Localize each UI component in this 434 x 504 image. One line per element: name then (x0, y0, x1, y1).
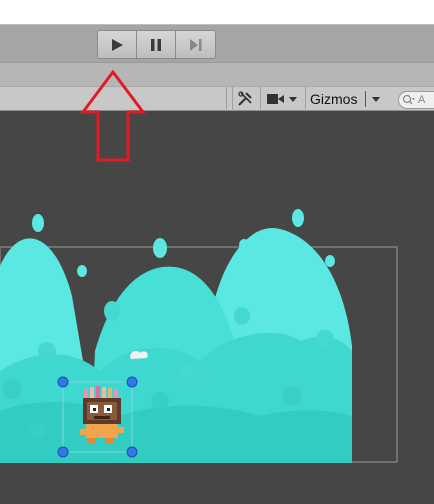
scene-search-input[interactable]: A (398, 91, 434, 109)
step-button[interactable] (176, 31, 215, 58)
pause-icon (151, 38, 161, 51)
camera-dropdown[interactable] (260, 87, 302, 111)
play-icon (112, 38, 123, 51)
scene-view-toolbar: Gizmos A (0, 86, 434, 111)
search-icon (402, 94, 415, 105)
pause-button[interactable] (137, 31, 176, 58)
annotation-arrow (80, 70, 146, 162)
player-sprite[interactable] (80, 386, 124, 444)
main-toolbar (0, 24, 434, 62)
selection-handle[interactable] (126, 376, 138, 388)
chevron-down-icon (289, 97, 297, 102)
cloud (130, 350, 148, 359)
scene-canvas (0, 209, 398, 463)
scene-tools-button[interactable] (232, 87, 256, 111)
play-button[interactable] (98, 31, 137, 58)
gizmos-divider (365, 91, 367, 107)
window-top-strip (0, 0, 434, 24)
camera-icon (267, 94, 284, 104)
ground (0, 401, 352, 463)
scene-viewport[interactable] (0, 111, 434, 504)
scene-tools-icon (237, 91, 252, 106)
step-forward-icon (189, 38, 201, 51)
selection-handle[interactable] (57, 376, 69, 388)
gizmos-dropdown[interactable]: Gizmos (305, 87, 392, 111)
playmode-controls (97, 30, 216, 59)
selection-handle[interactable] (57, 446, 69, 458)
search-text: A (418, 94, 426, 106)
gizmos-label: Gizmos (310, 91, 358, 107)
tab-strip (0, 62, 434, 86)
chevron-down-icon (372, 97, 381, 102)
selection-handle[interactable] (126, 446, 138, 458)
